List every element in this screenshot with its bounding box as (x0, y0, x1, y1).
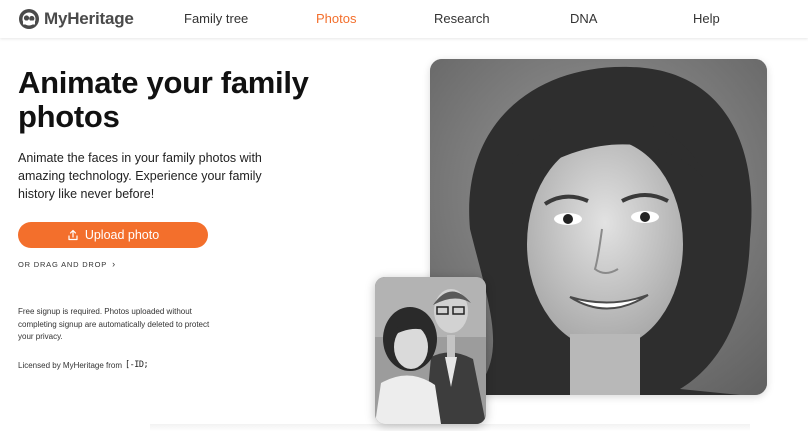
nav-item-photos[interactable]: Photos (316, 11, 356, 26)
nav-item-research[interactable]: Research (434, 11, 490, 26)
hero-description: Animate the faces in your family photos … (18, 151, 262, 201)
nav-item-family-tree[interactable]: Family tree (184, 11, 248, 26)
drag-and-drop-link[interactable]: OR DRAG AND DROP › (18, 259, 116, 270)
signup-disclaimer: Free signup is required. Photos uploaded… (18, 307, 210, 341)
bottom-divider (150, 424, 750, 431)
myheritage-logo-icon (19, 9, 39, 29)
couple-image (375, 277, 486, 424)
license-notice: Licensed by MyHeritage from [-ID; (18, 360, 149, 370)
drag-and-drop-label: OR DRAG AND DROP (18, 260, 108, 269)
nav-item-dna[interactable]: DNA (570, 11, 597, 26)
page-title: Animate your family photos (18, 65, 309, 134)
top-navigation-bar: MyHeritage Family tree Photos Research D… (0, 0, 808, 38)
original-couple-photo (375, 277, 486, 424)
upload-photo-label: Upload photo (84, 228, 160, 242)
brand-name: MyHeritage (44, 9, 134, 28)
upload-photo-button[interactable]: Upload photo (18, 222, 208, 248)
upload-icon (68, 229, 78, 241)
d-id-logo[interactable]: [-ID; (125, 360, 149, 370)
license-text: Licensed by MyHeritage from (18, 360, 123, 370)
chevron-right-icon: › (112, 259, 116, 269)
nav-item-help[interactable]: Help (693, 11, 720, 26)
myheritage-logo[interactable]: MyHeritage (18, 8, 134, 30)
